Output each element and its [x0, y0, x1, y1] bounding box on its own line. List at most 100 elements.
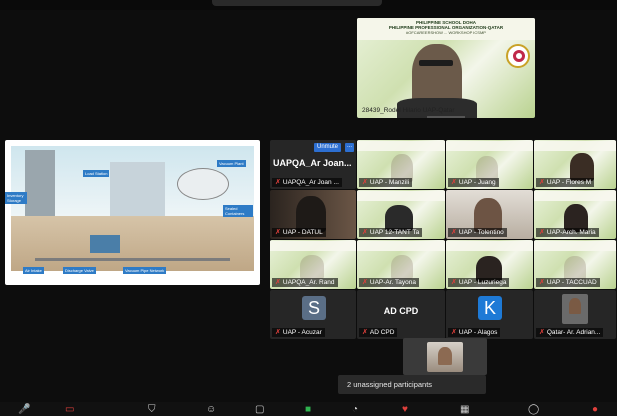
banner-line-3: #OFCAREERSHOW ... WORKSHOP ICSMP: [406, 30, 486, 35]
chat-icon[interactable]: ▢: [255, 404, 264, 415]
participant-name: 28439_Rodel Hilario UAP-Qatar: [362, 107, 455, 114]
speaker-name: UAPQA_Ar Joan...: [273, 158, 352, 168]
event-banner: [357, 141, 445, 151]
event-banner: [357, 241, 445, 251]
participant-glasses: [419, 60, 453, 66]
mic-muted-icon: ✗: [275, 179, 281, 186]
participant-namebar: ✗ UAP - Flores M: [536, 178, 595, 187]
top-handle[interactable]: [212, 0, 382, 6]
diagram-ground: [11, 216, 254, 271]
participant-namebar: ✗ UAP - Manzili: [359, 178, 413, 187]
participant-namebar: ✗ UAP 12-TANT Ta: [359, 228, 423, 237]
event-banner: [534, 141, 616, 151]
mic-muted-icon: ✗: [362, 279, 368, 286]
video-tile-host[interactable]: PHILIPPINE SCHOOL DOHA PHILIPPINE PROFES…: [357, 18, 535, 118]
video-icon[interactable]: ▭: [65, 404, 74, 415]
diagram-container: [90, 235, 120, 253]
unassigned-participants-notice[interactable]: 2 unassigned participants: [338, 375, 486, 394]
self-view-tile[interactable]: [403, 338, 487, 375]
participant-namebar: ✗ UAPQA_Ar. Rand: [272, 278, 338, 287]
avatar-initial: K: [478, 296, 502, 320]
participant-namebar: ✗ UAP - TACCUAD: [536, 278, 600, 287]
video-tile[interactable]: ✗ Qatar- Ar. Adrian...: [534, 290, 616, 339]
mic-icon[interactable]: 🎤: [18, 404, 30, 415]
mic-muted-icon: ✗: [362, 229, 368, 236]
mic-muted-icon: ✗: [275, 329, 281, 336]
participant-video: [300, 255, 324, 279]
mic-muted-icon: ✗: [362, 179, 368, 186]
diagram-pipe: [35, 258, 230, 261]
participant-video: [564, 256, 586, 280]
event-banner: [270, 241, 356, 251]
video-tile[interactable]: ✗ UAP - TACCUAD: [534, 240, 616, 289]
mic-muted-icon: ✗: [539, 229, 545, 236]
label-vacuum-plant: Vacuum Plant: [217, 160, 246, 167]
participant-display-name: AD CPD: [383, 306, 419, 316]
participant-video: [296, 196, 326, 232]
avatar-initial: S: [302, 296, 326, 320]
share-screen-icon[interactable]: ■: [305, 404, 311, 415]
self-view-video: [427, 342, 463, 372]
video-tile-avatar[interactable]: K ✗ UAP - Alagos: [446, 290, 533, 339]
video-tile[interactable]: ✗ UAP - Juang: [446, 140, 533, 189]
event-banner: [534, 191, 616, 201]
participant-video: [412, 44, 462, 106]
label-load-station: Load Station: [83, 170, 110, 177]
participant-video: [391, 255, 413, 279]
video-tile[interactable]: ✗ UAP 12-TANT Ta: [357, 190, 445, 239]
mic-muted-icon: ✗: [539, 179, 545, 186]
more-button[interactable]: ...: [345, 143, 354, 152]
participant-namebar: ✗ UAP - Luzuriega: [448, 278, 510, 287]
video-tile[interactable]: ✗ UAP - Luzuriega: [446, 240, 533, 289]
participant-namebar: ✗ UAP-Arch. Maria: [536, 228, 599, 237]
security-icon[interactable]: ⛉: [148, 404, 156, 415]
label-sealed-containers: Sealed Containers: [223, 205, 253, 217]
participants-icon[interactable]: ☺: [206, 404, 216, 415]
video-tile[interactable]: ✗ UAP - Tolentino: [446, 190, 533, 239]
label-vacuum-pipe-network: Vacuum Pipe Network: [123, 267, 167, 274]
shared-screen[interactable]: Load Station Vacuum Plant Inventory Stor…: [5, 140, 260, 285]
label-discharge-valve: Discharge Valve: [63, 267, 96, 274]
participant-namebar: ✗ UAP - Tolentino: [448, 228, 507, 237]
breakout-rooms-icon[interactable]: ▦: [460, 404, 469, 415]
participant-video: [570, 153, 594, 181]
video-tile-avatar[interactable]: S ✗ UAP - Acuzar: [270, 290, 356, 339]
mic-muted-icon: ✗: [539, 279, 545, 286]
mic-muted-icon: ✗: [451, 229, 457, 236]
participant-namebar: ✗ UAP - Alagos: [448, 328, 501, 337]
video-tile[interactable]: ✗ UAPQA_Ar. Rand: [270, 240, 356, 289]
unassigned-text: 2 unassigned participants: [347, 380, 433, 389]
video-tile[interactable]: ✗ UAP - Manzili: [357, 140, 445, 189]
mic-muted-icon: ✗: [451, 179, 457, 186]
video-tile[interactable]: ✗ UAP - Flores M: [534, 140, 616, 189]
end-icon[interactable]: ●: [592, 404, 598, 415]
meeting-toolbar: 🎤 ▭ ⛉ ☺ ▢ ■ ◔ ♥ ▦ ◯ ●: [0, 402, 617, 416]
event-banner: [446, 141, 533, 151]
event-banner: [446, 241, 533, 251]
reactions-icon[interactable]: ♥: [402, 404, 408, 415]
tile-underline: [427, 116, 465, 118]
mic-muted-icon: ✗: [275, 279, 281, 286]
diagram-tower: [25, 150, 55, 216]
video-tile[interactable]: ✗ UAP-Arch. Maria: [534, 190, 616, 239]
apps-icon[interactable]: ◯: [528, 404, 539, 415]
participant-namebar: ✗ UAP - DATUL: [272, 228, 326, 237]
unmute-button[interactable]: Unmute: [314, 143, 342, 152]
participant-video: [474, 198, 502, 232]
participant-photo: [562, 294, 588, 324]
video-tile[interactable]: ✗ UAP-Ar. Tayona: [357, 240, 445, 289]
participant-namebar: ✗ Qatar- Ar. Adrian...: [536, 328, 604, 337]
event-banner: [357, 191, 445, 201]
mic-muted-icon: ✗: [362, 329, 368, 336]
participant-face: [569, 298, 581, 314]
speaker-namebar: ✗ UAPQA_Ar Joan ...: [272, 178, 342, 187]
video-tile-speaker[interactable]: Unmute ... UAPQA_Ar Joan... ✗ UAPQA_Ar Jo…: [270, 140, 356, 189]
label-inventory-storage: Inventory Storage: [5, 192, 27, 204]
record-icon[interactable]: ◔: [352, 404, 358, 415]
mic-muted-icon: ✗: [451, 279, 457, 286]
org-logo: [506, 44, 530, 68]
mic-muted-icon: ✗: [451, 329, 457, 336]
diagram-vacuum-plant-inset: [177, 168, 229, 200]
video-tile[interactable]: ✗ UAP - DATUL: [270, 190, 356, 239]
video-tile-name-only[interactable]: AD CPD ✗ AD CPD: [357, 290, 445, 339]
